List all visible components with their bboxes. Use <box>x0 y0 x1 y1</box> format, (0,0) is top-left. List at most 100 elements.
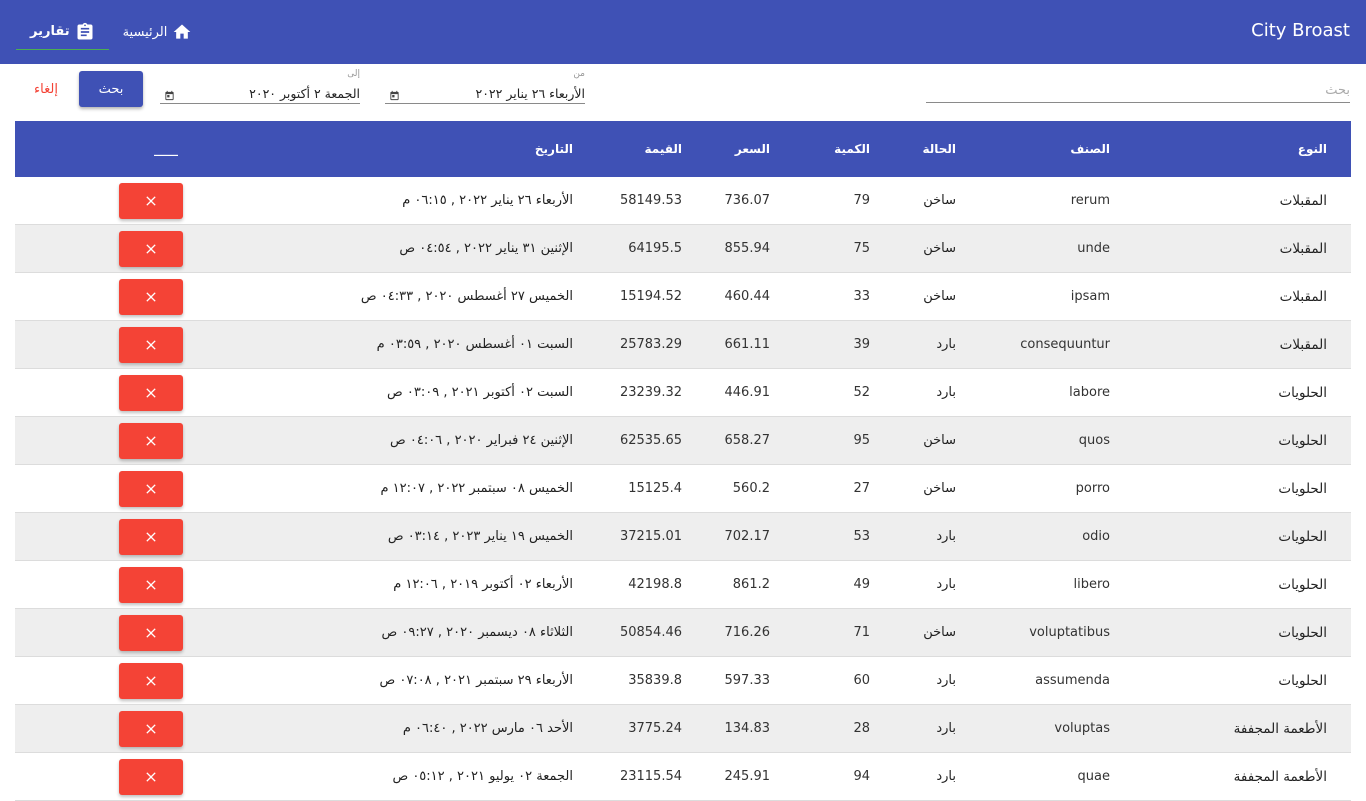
delete-button[interactable] <box>119 471 183 507</box>
cell-qty: 28 <box>853 721 870 736</box>
delete-button[interactable] <box>119 279 183 315</box>
cell-qty: 60 <box>853 673 870 688</box>
nav-reports[interactable]: تقارير <box>16 14 109 50</box>
cell-state: ساخن <box>923 193 956 208</box>
header-item[interactable]: الصنف <box>970 121 1110 177</box>
cell-qty: 95 <box>853 433 870 448</box>
cell-date: الأربعاء ٢٩ سبتمبر ٢٠٢١ , ٠٧:٠٨ ص <box>379 673 573 688</box>
close-icon <box>146 244 156 254</box>
header-price[interactable]: السعر <box>690 121 770 177</box>
close-icon <box>146 772 156 782</box>
cell-date: الخميس ٢٧ أغسطس ٢٠٢٠ , ٠٤:٣٣ ص <box>360 289 573 304</box>
table-row: الحلويات libero بارد 49 861.2 42198.8 الأربعاء… <box>15 561 1351 609</box>
delete-button[interactable] <box>119 423 183 459</box>
date-from-value: الأربعاء ٢٦ يناير ٢٠٢٢ <box>475 86 586 101</box>
calendar-icon[interactable] <box>164 86 175 101</box>
close-icon <box>146 628 156 638</box>
calendar-icon[interactable] <box>389 86 400 101</box>
cell-type: الحلويات <box>1278 528 1327 545</box>
delete-button[interactable] <box>119 711 183 747</box>
cell-value: 25783.29 <box>619 337 682 352</box>
cell-value: 35839.8 <box>628 673 682 688</box>
cell-value: 3775.24 <box>628 721 682 736</box>
cell-qty: 49 <box>853 577 870 592</box>
delete-button[interactable] <box>119 375 183 411</box>
header-type[interactable]: النوع <box>1167 121 1327 177</box>
date-from-field[interactable]: من الأربعاء ٢٦ يناير ٢٠٢٢ <box>385 69 585 104</box>
cell-item: quae <box>1077 769 1110 784</box>
cell-price: 460.44 <box>724 289 771 304</box>
cell-type: المقبلات <box>1279 240 1327 257</box>
cell-item: porro <box>1075 481 1110 496</box>
cell-type: الحلويات <box>1278 432 1327 449</box>
cell-state: بارد <box>936 529 956 544</box>
cell-item: unde <box>1077 241 1110 256</box>
close-icon <box>146 532 156 542</box>
search-button[interactable]: بحث <box>79 71 143 107</box>
table-row: المقبلات rerum ساخن 79 736.07 58149.53 الأربعا… <box>15 177 1351 225</box>
cell-price: 658.27 <box>724 433 771 448</box>
header-state[interactable]: الحالة <box>896 121 956 177</box>
cell-type: الأطعمة المجففة <box>1233 720 1327 737</box>
cell-date: السبت ٠٢ أكتوبر ٢٠٢١ , ٠٣:٠٩ ص <box>387 385 573 400</box>
cell-item: odio <box>1082 529 1110 544</box>
cell-qty: 27 <box>853 481 870 496</box>
header-date[interactable]: التاريخ <box>273 121 573 177</box>
cell-date: الخميس ٠٨ سبتمبر ٢٠٢٢ , ١٢:٠٧ م <box>380 481 573 496</box>
table-row: الحلويات odio بارد 53 702.17 37215.01 الخميس ١… <box>15 513 1351 561</box>
table-row: الأطعمة المجففة voluptas بارد 28 134.83 3775.… <box>15 705 1351 753</box>
header-actions: ____ <box>154 142 178 156</box>
header-qty[interactable]: الكمية <box>810 121 870 177</box>
nav-reports-label: تقارير <box>30 24 70 39</box>
cell-item: voluptas <box>1054 721 1110 736</box>
cell-item: quos <box>1078 433 1110 448</box>
nav-bar: تقارير الرئيسية <box>16 14 206 50</box>
delete-button[interactable] <box>119 519 183 555</box>
table-row: الحلويات labore بارد 52 446.91 23239.32 السبت … <box>15 369 1351 417</box>
cell-price: 245.91 <box>724 769 771 784</box>
cell-price: 716.26 <box>724 625 771 640</box>
cell-item: consequuntur <box>1020 337 1110 352</box>
table-row: الحلويات porro ساخن 27 560.2 15125.4 الخميس ٠٨… <box>15 465 1351 513</box>
cell-qty: 71 <box>853 625 870 640</box>
delete-button[interactable] <box>119 327 183 363</box>
cell-type: المقبلات <box>1279 288 1327 305</box>
delete-button[interactable] <box>119 231 183 267</box>
cell-type: المقبلات <box>1279 336 1327 353</box>
cancel-button[interactable]: إلغاء <box>26 78 66 100</box>
home-icon <box>172 22 192 42</box>
nav-home[interactable]: الرئيسية <box>109 14 207 50</box>
cell-date: الأربعاء ٠٢ أكتوبر ٢٠١٩ , ١٢:٠٦ م <box>393 577 573 592</box>
table-row: الحلويات voluptatibus ساخن 71 716.26 50854.46… <box>15 609 1351 657</box>
date-from-label: من <box>573 69 585 79</box>
cell-value: 23115.54 <box>619 769 682 784</box>
cell-qty: 52 <box>853 385 870 400</box>
cell-state: ساخن <box>923 289 956 304</box>
delete-button[interactable] <box>119 663 183 699</box>
date-to-value: الجمعة ٢ أكتوبر ٢٠٢٠ <box>249 86 360 101</box>
search-input[interactable] <box>926 78 1350 102</box>
header-value[interactable]: القيمة <box>582 121 682 177</box>
delete-button[interactable] <box>119 615 183 651</box>
table-row: الحلويات quos ساخن 95 658.27 62535.65 الإثنين … <box>15 417 1351 465</box>
cell-type: الأطعمة المجففة <box>1233 768 1327 785</box>
table-row: المقبلات ipsam ساخن 33 460.44 15194.52 الخميس … <box>15 273 1351 321</box>
cell-date: الجمعة ٠٢ يوليو ٢٠٢١ , ٠٥:١٢ ص <box>392 769 573 784</box>
table-row: الحلويات assumenda بارد 60 597.33 35839.8 الأر… <box>15 657 1351 705</box>
cell-price: 736.07 <box>724 193 771 208</box>
cell-date: الأحد ٠٦ مارس ٢٠٢٢ , ٠٦:٤٠ م <box>402 721 573 736</box>
search-field <box>926 78 1350 103</box>
cell-value: 58149.53 <box>619 193 682 208</box>
cell-value: 15194.52 <box>619 289 682 304</box>
cell-value: 50854.46 <box>619 625 682 640</box>
cell-item: labore <box>1069 385 1110 400</box>
cell-state: ساخن <box>923 625 956 640</box>
date-to-field[interactable]: إلى الجمعة ٢ أكتوبر ٢٠٢٠ <box>160 69 360 104</box>
cell-qty: 75 <box>853 241 870 256</box>
reports-table: النوع الصنف الحالة الكمية السعر القيمة ا… <box>15 121 1351 801</box>
cell-state: بارد <box>936 673 956 688</box>
delete-button[interactable] <box>119 567 183 603</box>
close-icon <box>146 340 156 350</box>
delete-button[interactable] <box>119 183 183 219</box>
delete-button[interactable] <box>119 759 183 795</box>
